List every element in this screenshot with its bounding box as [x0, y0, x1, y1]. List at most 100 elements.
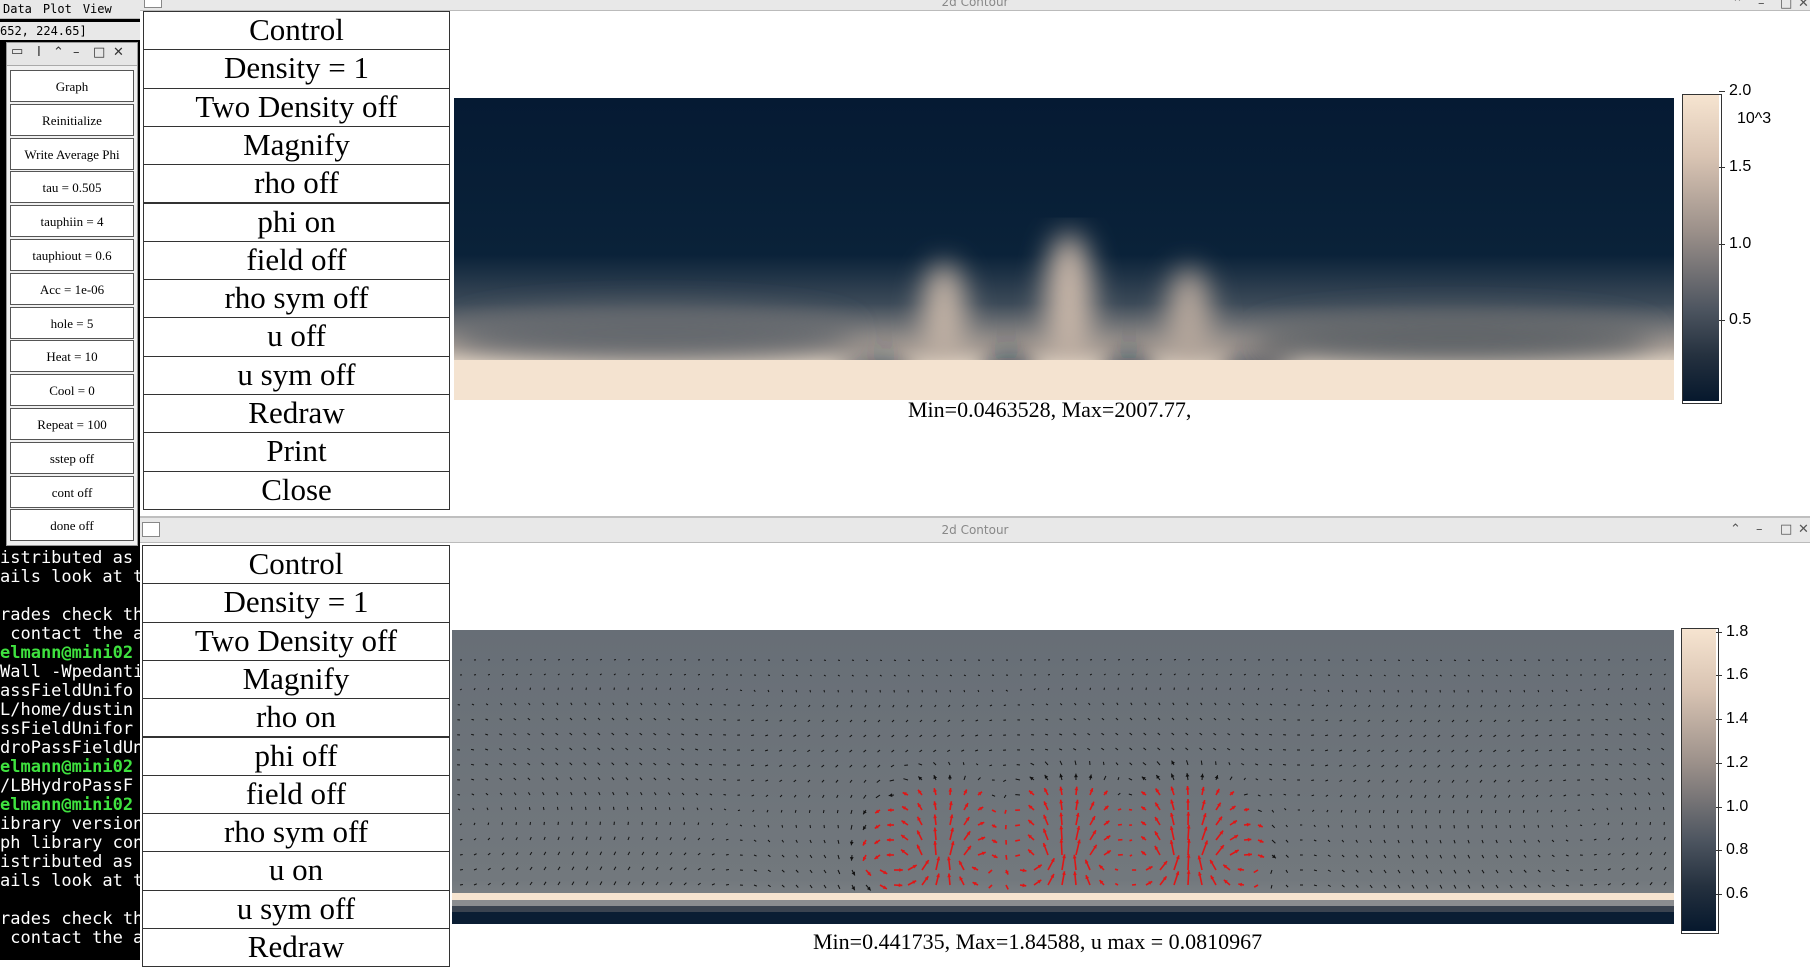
param-button[interactable]: Graph: [10, 70, 134, 102]
velocity-arrow: [1356, 825, 1357, 828]
velocity-arrow: [1283, 779, 1286, 780]
control-button[interactable]: Magnify: [142, 660, 450, 699]
bottom-window-title: 2d Contour: [942, 523, 1009, 537]
velocity-arrow: [1510, 690, 1511, 692]
velocity-arrow: [1650, 822, 1651, 825]
velocity-arrow: [1312, 705, 1314, 706]
menu-view[interactable]: View: [83, 0, 112, 18]
pin-icon[interactable]: Ⅰ: [37, 45, 41, 60]
control-button[interactable]: Close: [143, 471, 450, 510]
velocity-arrow: [1636, 688, 1637, 690]
bottom-window-minimize-icon[interactable]: –: [1756, 522, 1763, 537]
terminal-line: Wall -Wpedanti: [0, 663, 140, 682]
colorbar-label: 1.0: [1729, 235, 1751, 253]
control-button[interactable]: Density = 1: [143, 49, 450, 88]
shade-icon[interactable]: ⌃: [53, 45, 64, 60]
control-button[interactable]: u off: [143, 317, 450, 356]
velocity-arrow: [1663, 807, 1664, 810]
control-button[interactable]: u sym off: [143, 356, 450, 395]
control-button[interactable]: Two Density off: [142, 622, 450, 661]
control-button[interactable]: Two Density off: [143, 88, 450, 127]
velocity-arrow: [458, 795, 461, 796]
control-button[interactable]: phi on: [143, 203, 450, 242]
param-button[interactable]: Acc = 1e-06: [10, 273, 134, 305]
velocity-arrow: [1032, 704, 1034, 705]
velocity-arrow: [1031, 720, 1034, 721]
velocity-arrow: [1216, 688, 1217, 690]
control-button[interactable]: field off: [142, 775, 450, 814]
velocity-arrow: [1369, 810, 1370, 813]
velocity-arrow: [600, 659, 602, 660]
param-button[interactable]: tauphiout = 0.6: [10, 239, 134, 271]
top-window-shade-icon[interactable]: ⌃: [1732, 0, 1743, 11]
control-button[interactable]: Magnify: [143, 126, 450, 165]
param-button[interactable]: Heat = 10: [10, 340, 134, 372]
top-window-menu-icon[interactable]: [144, 0, 162, 8]
bottom-window-maximize-icon[interactable]: □: [1780, 522, 1792, 537]
param-button[interactable]: Repeat = 100: [10, 408, 134, 440]
parameter-control-window: ▭ Ⅰ ⌃ – □ ✕ GraphReinitializeWrite Avera…: [6, 42, 138, 546]
colorbar-label: 1.2: [1726, 754, 1748, 772]
velocity-arrow: [1370, 690, 1371, 692]
contour-window-bottom: 2d Contour ⌃ – □ ✕ ControlDensity = 1Two…: [140, 516, 1810, 962]
param-button[interactable]: Write Average Phi: [10, 138, 134, 170]
colorbar-gradient: [1682, 629, 1716, 931]
velocity-arrow: [1090, 688, 1091, 690]
control-button[interactable]: Redraw: [142, 928, 450, 967]
close-icon[interactable]: ✕: [113, 45, 124, 60]
menu-data[interactable]: Data: [3, 0, 32, 18]
velocity-arrow: [698, 823, 699, 826]
velocity-arrow: [1495, 810, 1496, 813]
colorbar-label: 1.6: [1726, 666, 1748, 684]
control-button[interactable]: Print: [143, 432, 450, 471]
bottom-plot-band-3: [452, 912, 1674, 924]
velocity-arrow: [810, 690, 811, 692]
top-contour-plot: [454, 98, 1674, 400]
control-button[interactable]: Control: [143, 11, 450, 50]
velocity-arrow: [488, 674, 490, 675]
top-window-maximize-icon[interactable]: □: [1780, 0, 1792, 11]
velocity-arrow: [684, 688, 685, 690]
maximize-icon[interactable]: □: [93, 45, 105, 60]
control-button[interactable]: field off: [143, 241, 450, 280]
velocity-arrow: [990, 720, 993, 721]
control-button[interactable]: phi off: [142, 737, 450, 776]
bottom-window-menu-icon[interactable]: [142, 522, 160, 537]
param-button[interactable]: Cool = 0: [10, 374, 134, 406]
menu-plot[interactable]: Plot: [43, 0, 72, 18]
param-button[interactable]: hole = 5: [10, 307, 134, 339]
control-button[interactable]: rho sym off: [142, 813, 450, 852]
control-button[interactable]: u on: [142, 851, 450, 890]
control-button[interactable]: rho on: [142, 698, 450, 737]
velocity-arrow: [1510, 825, 1511, 828]
bottom-window-shade-icon[interactable]: ⌃: [1730, 522, 1741, 537]
velocity-arrow: [1563, 750, 1566, 751]
control-button[interactable]: Redraw: [143, 394, 450, 433]
velocity-arrow: [1605, 734, 1608, 735]
bottom-plot-band-1: [452, 900, 1674, 906]
velocity-arrow: [1398, 660, 1400, 661]
control-button[interactable]: Density = 1: [142, 583, 450, 622]
control-button[interactable]: rho off: [143, 164, 450, 203]
param-button[interactable]: tau = 0.505: [10, 171, 134, 203]
top-window-minimize-icon[interactable]: –: [1758, 0, 1765, 11]
top-window-close-icon[interactable]: ✕: [1798, 0, 1809, 11]
colorbar-label: 1.8: [1726, 623, 1748, 641]
window-menu-icon[interactable]: ▭: [11, 44, 23, 59]
param-button[interactable]: done off: [10, 509, 134, 541]
top-window-title: 2d Contour: [942, 0, 1009, 9]
param-button[interactable]: tauphiin = 4: [10, 205, 134, 237]
param-button[interactable]: Reinitialize: [10, 104, 134, 136]
velocity-arrow: [1258, 674, 1260, 675]
param-button[interactable]: sstep off: [10, 442, 134, 474]
control-button[interactable]: rho sym off: [143, 279, 450, 318]
velocity-arrow: [782, 675, 784, 676]
contour-window-top: 2d Contour ⌃ – □ ✕ ControlDensity = 1Two…: [140, 0, 1810, 512]
terminal-line: L/home/dustin: [0, 701, 133, 720]
control-button[interactable]: u sym off: [142, 890, 450, 929]
bottom-window-close-icon[interactable]: ✕: [1798, 522, 1809, 537]
velocity-arrow: [1592, 794, 1595, 795]
minimize-icon[interactable]: –: [73, 45, 80, 60]
param-button[interactable]: cont off: [10, 476, 134, 508]
control-button[interactable]: Control: [142, 545, 450, 584]
